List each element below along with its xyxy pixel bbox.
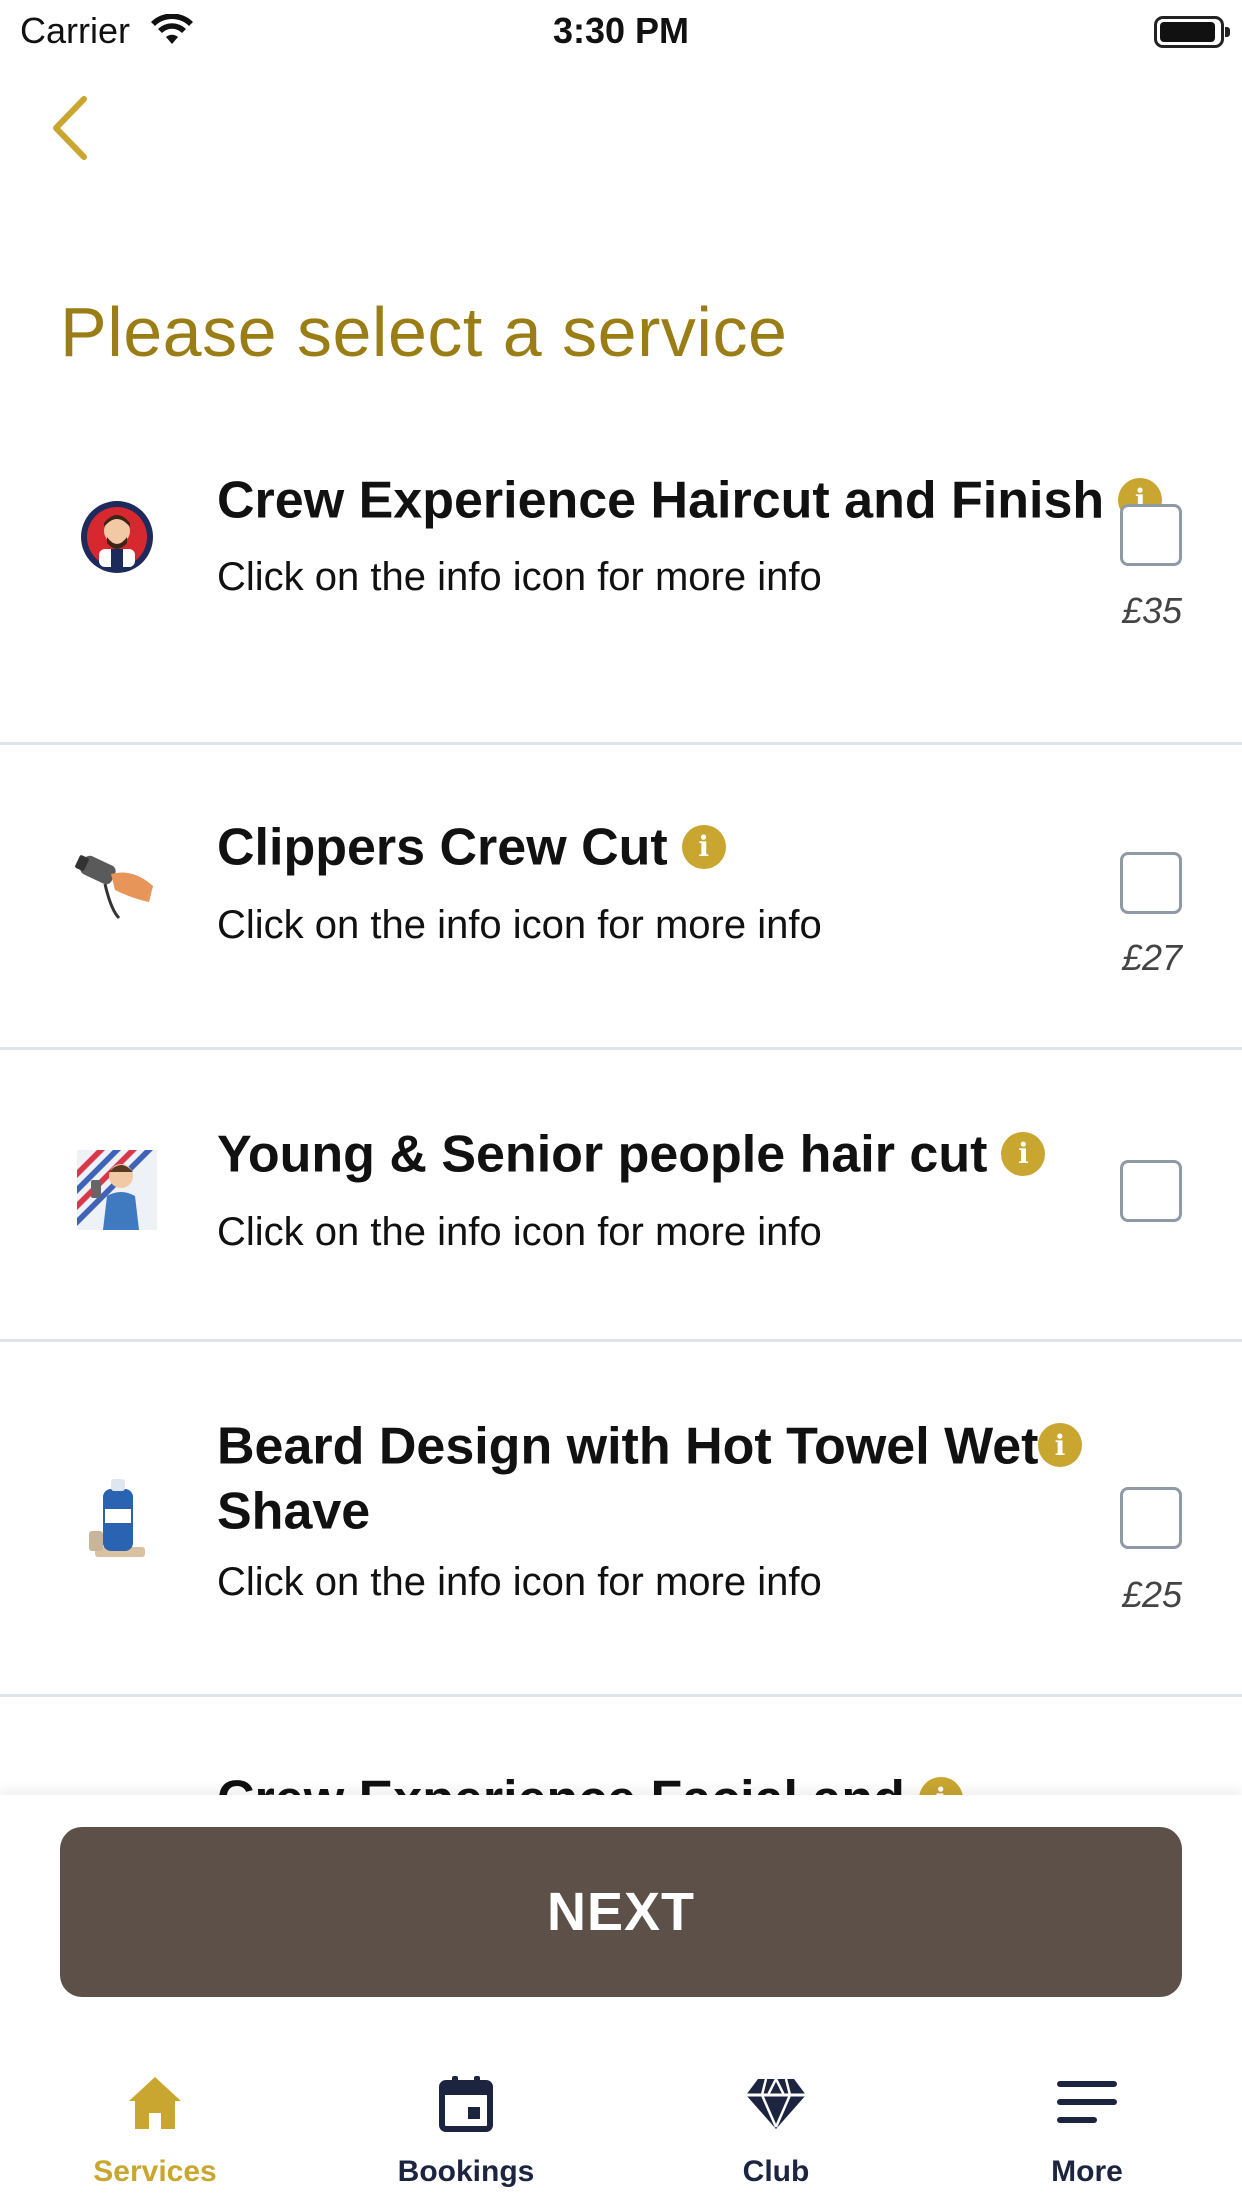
back-button[interactable] xyxy=(48,88,108,168)
service-checkbox[interactable] xyxy=(1120,1487,1182,1549)
service-name: Young & Senior people hair cut i xyxy=(217,1120,1046,1185)
service-row[interactable]: Crew Experience Facial andi xyxy=(0,1697,1242,1795)
service-subtitle: Click on the info icon for more info xyxy=(217,903,822,947)
barber-man-icon xyxy=(72,1145,162,1235)
service-row[interactable]: Young & Senior people hair cut i Click on… xyxy=(0,1050,1242,1342)
hair-clipper-icon xyxy=(72,837,162,927)
page-title: Please select a service xyxy=(60,293,788,371)
service-list[interactable]: Crew Experience Haircut and Finish i Clic… xyxy=(0,440,1242,1795)
clock: 3:30 PM xyxy=(552,10,690,51)
service-name: Beard Design with Hot Towel Wet Shave xyxy=(217,1417,1039,1541)
service-checkbox[interactable] xyxy=(1120,504,1182,566)
next-button[interactable]: NEXT xyxy=(60,1827,1182,1997)
service-row[interactable]: Beard Design with Hot Towel Wet Shave i … xyxy=(0,1342,1242,1697)
service-row[interactable]: Clippers Crew Cut i Click on the info ico… xyxy=(0,745,1242,1050)
barber-avatar-icon xyxy=(72,492,162,582)
service-name: Crew Experience Facial andi xyxy=(217,1765,963,1795)
battery-icon xyxy=(1154,16,1230,48)
calendar-icon xyxy=(436,2063,496,2143)
tab-services[interactable]: Services xyxy=(0,2063,310,2208)
tab-label: Club xyxy=(742,2155,810,2188)
info-icon[interactable]: i xyxy=(1038,1423,1082,1467)
shave-cream-icon xyxy=(72,1472,162,1562)
menu-icon xyxy=(1055,2063,1119,2143)
chevron-left-icon xyxy=(53,96,87,160)
service-checkbox[interactable] xyxy=(1120,852,1182,914)
service-checkbox[interactable] xyxy=(1120,1160,1182,1222)
service-row[interactable]: Crew Experience Haircut and Finish i Clic… xyxy=(0,440,1242,745)
tab-more[interactable]: More xyxy=(932,2063,1242,2208)
service-subtitle: Click on the info icon for more info xyxy=(217,555,822,599)
bottom-area: NEXT Services Bookings Club More xyxy=(0,1795,1242,2208)
tab-bar: Services Bookings Club More xyxy=(0,2063,1242,2208)
service-price: £25 xyxy=(1121,1574,1182,1615)
info-icon[interactable]: i xyxy=(918,1777,963,1795)
status-bar: Carrier 3:30 PM xyxy=(0,0,1242,62)
tab-bookings[interactable]: Bookings xyxy=(311,2063,621,2208)
info-icon[interactable]: i xyxy=(681,825,726,870)
service-price: £35 xyxy=(1121,590,1182,631)
tab-label: Services xyxy=(93,2155,217,2188)
diamond-icon xyxy=(744,2063,808,2143)
service-name: Clippers Crew Cut i xyxy=(217,813,726,878)
tab-label: Bookings xyxy=(397,2155,535,2188)
service-price: £27 xyxy=(1121,937,1182,978)
tab-label: More xyxy=(1051,2155,1123,2188)
service-subtitle: Click on the info icon for more info xyxy=(217,1560,822,1604)
tab-club[interactable]: Club xyxy=(621,2063,931,2208)
service-subtitle: Click on the info icon for more info xyxy=(217,1210,822,1254)
info-icon[interactable]: i xyxy=(1001,1132,1046,1177)
service-name: Crew Experience Haircut and Finish i xyxy=(217,466,1163,531)
home-icon xyxy=(125,2063,185,2143)
